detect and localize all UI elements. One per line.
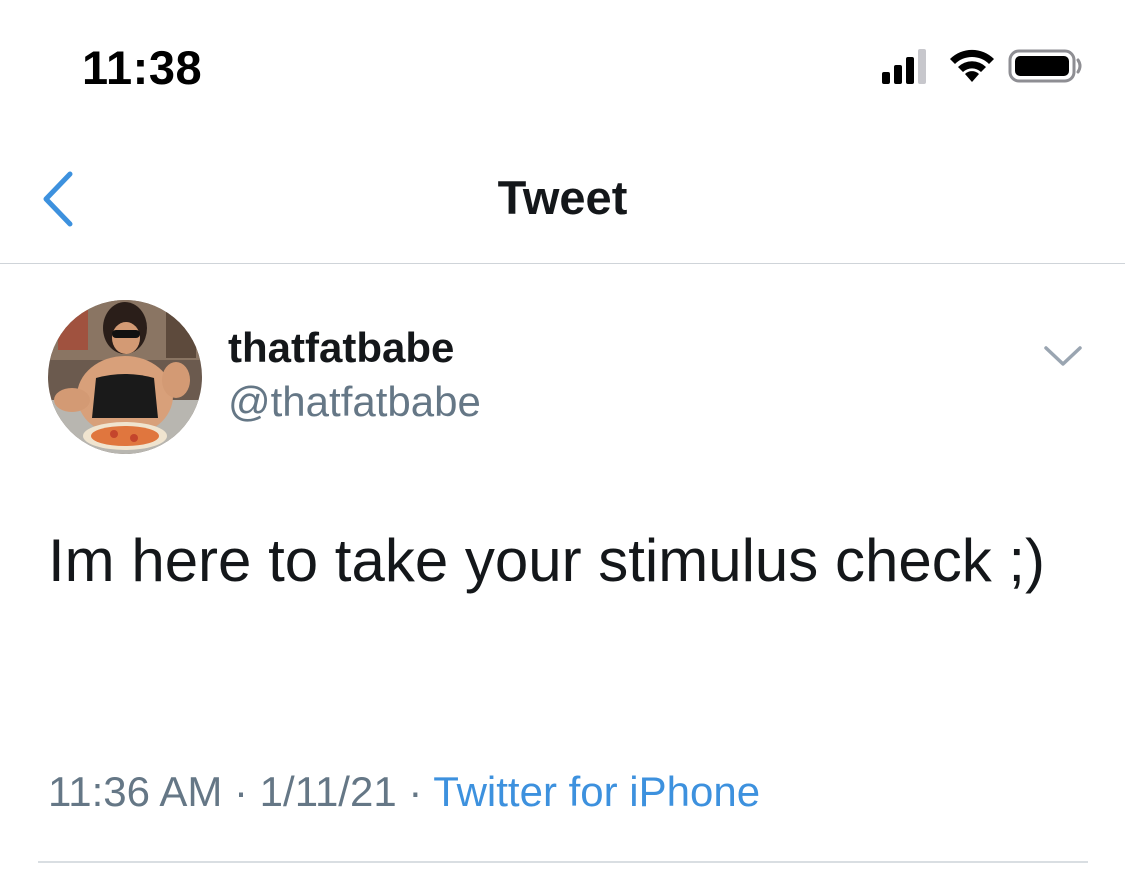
- tweet-metadata: 11:36 AM · 1/11/21 · Twitter for iPhone: [48, 768, 760, 816]
- more-options-button[interactable]: [1040, 336, 1086, 376]
- avatar-image: [48, 300, 202, 454]
- chevron-down-icon: [1044, 346, 1082, 366]
- navigation-bar: Tweet: [0, 130, 1125, 264]
- wifi-icon: [950, 49, 994, 82]
- status-bar: 11:38: [0, 0, 1125, 130]
- avatar[interactable]: [48, 300, 202, 454]
- page-title: Tweet: [497, 171, 628, 224]
- signal-icon: [882, 49, 926, 84]
- tweet-time: 11:36 AM: [48, 768, 223, 815]
- divider: [38, 861, 1088, 863]
- display-name[interactable]: thatfatbabe: [228, 324, 454, 372]
- tweet-date: 1/11/21: [259, 768, 397, 815]
- tweet-source-link[interactable]: Twitter for iPhone: [433, 768, 760, 815]
- user-handle[interactable]: @thatfatbabe: [228, 378, 481, 426]
- tweet: thatfatbabe @thatfatbabe Im here to take…: [0, 264, 1125, 864]
- status-icons: [880, 46, 1090, 90]
- status-time: 11:38: [82, 41, 203, 94]
- tweet-detail-screen: 11:38 Tweet thatfatbabe @thatfatbabe Im …: [0, 0, 1125, 869]
- tweet-text: Im here to take your stimulus check ;): [48, 527, 1046, 594]
- meta-separator: ·: [396, 768, 434, 815]
- meta-separator: ·: [222, 768, 260, 815]
- battery-icon: [1008, 49, 1082, 83]
